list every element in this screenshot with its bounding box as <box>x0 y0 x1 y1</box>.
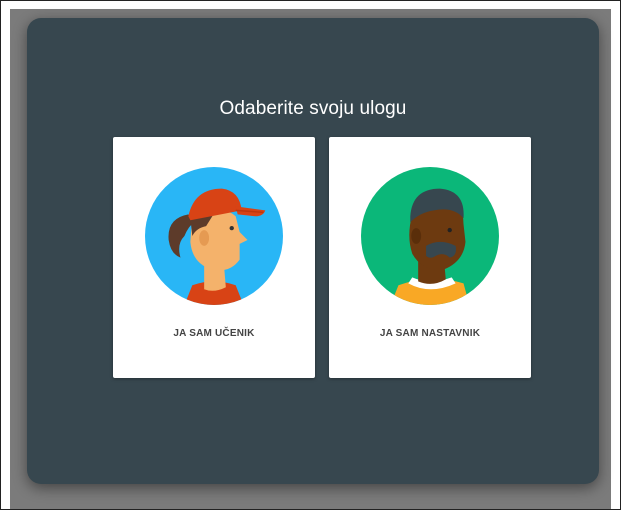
teacher-role-label: JA SAM NASTAVNIK <box>379 328 481 339</box>
student-role-label: JA SAM UČENIK <box>173 328 255 339</box>
teacher-role-card[interactable]: JA SAM NASTAVNIK <box>329 137 531 378</box>
student-avatar-icon <box>145 167 283 305</box>
teacher-avatar-icon <box>361 167 499 305</box>
student-role-card[interactable]: JA SAM UČENIK <box>113 137 315 378</box>
role-selection-dialog: Odaberite svoju ulogu JA SAM UČENIK JA S… <box>27 18 599 484</box>
dialog-title: Odaberite svoju ulogu <box>219 98 407 119</box>
screenshot-frame: Odaberite svoju ulogu JA SAM UČENIK JA S… <box>0 0 621 510</box>
